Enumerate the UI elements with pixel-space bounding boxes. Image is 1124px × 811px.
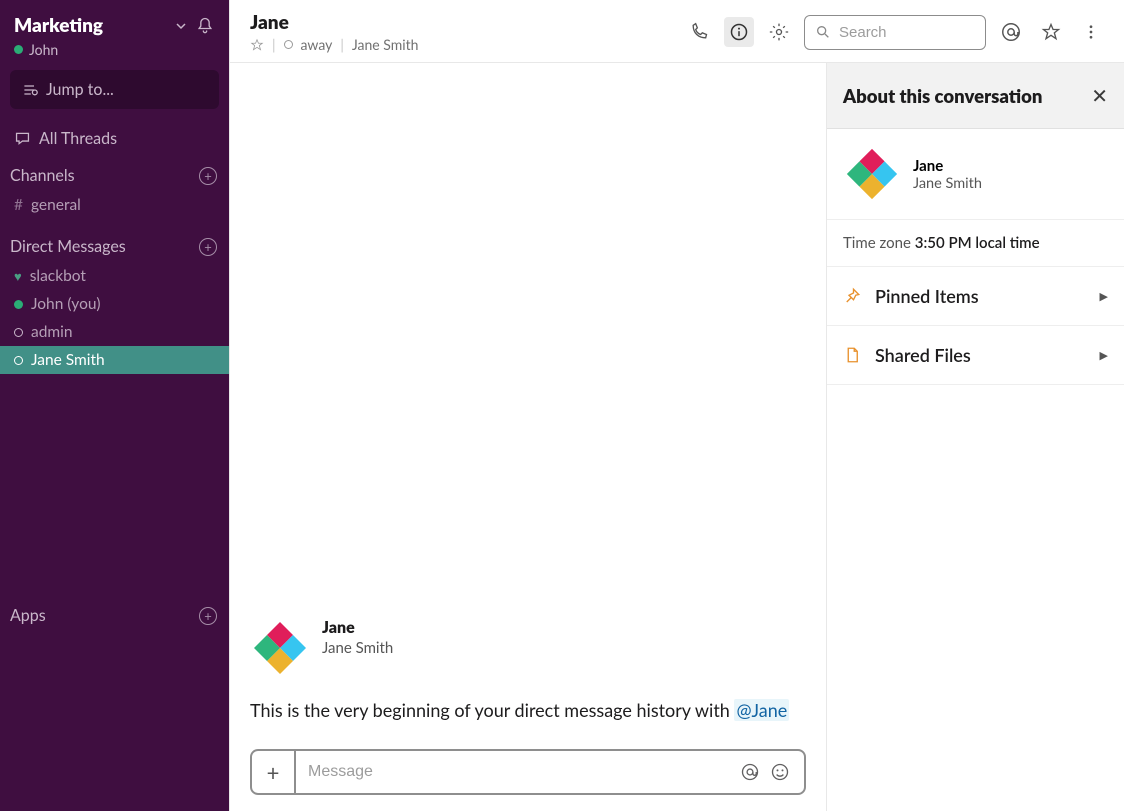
current-user-name: John bbox=[29, 41, 58, 58]
chevron-down-icon[interactable] bbox=[175, 20, 187, 32]
dm-item-self[interactable]: John (you) bbox=[0, 290, 229, 318]
jump-icon bbox=[22, 82, 38, 98]
mention-link[interactable]: @Jane bbox=[734, 699, 789, 721]
search-icon bbox=[815, 24, 831, 40]
search-input[interactable] bbox=[839, 24, 975, 41]
more-vertical-icon[interactable] bbox=[1076, 17, 1106, 47]
intro-name: Jane bbox=[322, 618, 393, 637]
dm-name: John (you) bbox=[31, 295, 101, 313]
jump-to-input[interactable]: Jump to... bbox=[10, 70, 219, 109]
add-channel-button[interactable]: + bbox=[199, 167, 217, 185]
full-name: Jane Smith bbox=[352, 36, 419, 53]
file-icon bbox=[843, 346, 861, 364]
dm-item-slackbot[interactable]: ♥ slackbot bbox=[0, 262, 229, 290]
gear-icon[interactable] bbox=[764, 17, 794, 47]
channel-title[interactable]: Jane bbox=[250, 11, 418, 34]
presence-away-icon bbox=[14, 356, 23, 365]
composer: + bbox=[250, 749, 806, 795]
apps-label[interactable]: Apps bbox=[10, 606, 46, 625]
channel-header: Jane | away | Jane Smith bbox=[230, 0, 1124, 63]
message-input[interactable] bbox=[296, 763, 740, 781]
presence-away-icon bbox=[284, 40, 293, 49]
pinned-label: Pinned Items bbox=[875, 285, 1086, 307]
dm-name: Jane Smith bbox=[31, 351, 105, 369]
presence-away-icon bbox=[14, 328, 23, 337]
presence-active-icon bbox=[14, 45, 23, 54]
heart-icon: ♥ bbox=[14, 268, 22, 284]
channel-name: general bbox=[31, 196, 81, 214]
hash-icon: # bbox=[14, 196, 23, 214]
intro-text: This is the very beginning of your direc… bbox=[250, 698, 806, 723]
emoji-icon[interactable] bbox=[770, 762, 790, 782]
dms-header: Direct Messages + bbox=[0, 231, 229, 262]
sidebar: Marketing John Jump to... All Threads Ch… bbox=[0, 0, 229, 811]
profile-section[interactable]: Jane Jane Smith bbox=[827, 129, 1124, 220]
intro-prefix: This is the very beginning of your direc… bbox=[250, 699, 734, 721]
search-box[interactable] bbox=[804, 15, 986, 50]
shared-files-section[interactable]: Shared Files ▶ bbox=[827, 326, 1124, 385]
avatar[interactable] bbox=[250, 618, 310, 678]
dm-name: slackbot bbox=[30, 267, 86, 285]
close-icon[interactable]: ✕ bbox=[1091, 84, 1108, 108]
dm-item-admin[interactable]: admin bbox=[0, 318, 229, 346]
status-text: away bbox=[301, 36, 333, 53]
star-outline-icon[interactable] bbox=[1036, 17, 1066, 47]
channels-label[interactable]: Channels bbox=[10, 166, 75, 185]
tz-value: 3:50 PM local time bbox=[915, 234, 1040, 252]
add-dm-button[interactable]: + bbox=[199, 238, 217, 256]
intro-fullname: Jane Smith bbox=[322, 639, 393, 657]
main-content: Jane | away | Jane Smith bbox=[229, 0, 1124, 811]
composer-plus-button[interactable]: + bbox=[252, 751, 296, 793]
details-panel: About this conversation ✕ Jane Jane Smit… bbox=[826, 63, 1124, 811]
channels-header: Channels + bbox=[0, 160, 229, 191]
mentions-icon[interactable] bbox=[996, 17, 1026, 47]
timezone-section: Time zone 3:50 PM local time bbox=[827, 220, 1124, 267]
at-mention-icon[interactable] bbox=[740, 762, 760, 782]
presence-active-icon bbox=[14, 300, 23, 309]
pin-icon bbox=[843, 287, 861, 305]
add-app-button[interactable]: + bbox=[199, 607, 217, 625]
avatar bbox=[843, 145, 901, 203]
call-icon[interactable] bbox=[684, 17, 714, 47]
workspace-name[interactable]: Marketing bbox=[14, 14, 103, 37]
profile-name: Jane bbox=[913, 157, 982, 175]
chevron-right-icon: ▶ bbox=[1100, 349, 1108, 362]
chevron-right-icon: ▶ bbox=[1100, 290, 1108, 303]
message-area: Jane Jane Smith This is the very beginni… bbox=[230, 63, 826, 811]
dm-name: admin bbox=[31, 323, 73, 341]
dm-item-jane[interactable]: Jane Smith bbox=[0, 346, 229, 374]
all-threads-label: All Threads bbox=[39, 129, 117, 148]
channel-item-general[interactable]: # general bbox=[0, 191, 229, 219]
profile-fullname: Jane Smith bbox=[913, 175, 982, 192]
threads-icon bbox=[14, 130, 31, 147]
details-title: About this conversation bbox=[843, 85, 1042, 107]
dms-label[interactable]: Direct Messages bbox=[10, 237, 126, 256]
star-icon[interactable] bbox=[250, 38, 264, 52]
current-user[interactable]: John bbox=[0, 39, 229, 68]
tz-label: Time zone bbox=[843, 234, 911, 252]
jump-to-label: Jump to... bbox=[46, 80, 114, 99]
pinned-items-section[interactable]: Pinned Items ▶ bbox=[827, 267, 1124, 326]
bell-icon[interactable] bbox=[195, 16, 215, 36]
files-label: Shared Files bbox=[875, 344, 1086, 366]
all-threads[interactable]: All Threads bbox=[0, 121, 229, 160]
info-icon[interactable] bbox=[724, 17, 754, 47]
apps-header: Apps + bbox=[0, 600, 229, 631]
